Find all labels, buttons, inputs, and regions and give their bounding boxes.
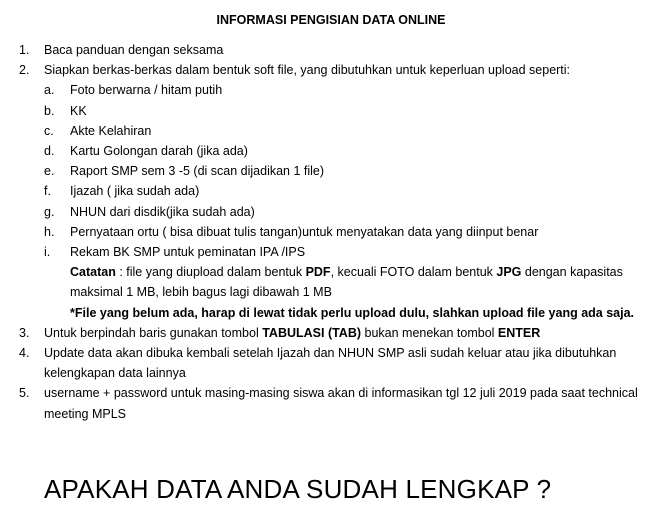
sub-item-text: Raport SMP sem 3 -5 (di scan dijadikan 1… [70, 164, 325, 179]
sub-item-text: Akte Kelahiran [70, 123, 152, 138]
document-page: INFORMASI PENGISIAN DATA ONLINE 1. Baca … [0, 0, 662, 514]
item-text: Update data akan dibuka kembali setelah … [44, 346, 617, 381]
item-number: 1. [19, 43, 30, 57]
enter-key-text: ENTER [497, 325, 541, 340]
list-item: 1. Baca panduan dengan seksama [0, 40, 650, 60]
note-label: Catatan [70, 265, 116, 280]
item-text: Siapkan berkas-berkas dalam bentuk soft … [44, 63, 571, 78]
list-item: 5. username + password untuk masing-masi… [0, 383, 650, 423]
list-item: 4. Update data akan dibuka kembali setel… [0, 343, 650, 383]
sub-item-letter: a. [44, 83, 55, 98]
sub-item-letter: g. [44, 204, 55, 219]
note-warning: *File yang belum ada, harap di lewat tid… [70, 305, 635, 320]
sub-item-letter: h. [44, 224, 55, 239]
sub-item-letter: d. [44, 144, 55, 159]
tab-key-text: TABULASI (TAB) [262, 325, 362, 340]
sub-item-text: Rekam BK SMP untuk peminatan IPA /IPS [70, 245, 306, 260]
sub-item-text: Kartu Golongan darah (jika ada) [70, 144, 248, 159]
sub-list-item: d. Kartu Golongan darah (jika ada) [44, 141, 650, 161]
sub-item-letter: c. [44, 123, 54, 138]
item-text: username + password untuk masing-masing … [44, 386, 638, 421]
sub-list-item: g. NHUN dari disdik(jika sudah ada) [44, 202, 650, 222]
sub-list-item: f. Ijazah ( jika sudah ada) [44, 181, 650, 201]
instruction-list: 1. Baca panduan dengan seksama 2. Siapka… [0, 40, 650, 424]
item-text-part: bukan menekan tombol [361, 325, 498, 340]
sub-item-text: KK [70, 103, 87, 118]
sub-item-text: Foto berwarna / hitam putih [70, 83, 223, 98]
sub-list-item: c. Akte Kelahiran [44, 121, 650, 141]
sub-list-item: e. Raport SMP sem 3 -5 (di scan dijadikan… [44, 161, 650, 181]
sub-list-item: b. KK [44, 101, 650, 121]
sub-item-text: Pernyataan ortu ( bisa dibuat tulis tang… [70, 224, 539, 239]
note-jpg: JPG [496, 265, 522, 280]
closing-question: APAKAH DATA ANDA SUDAH LENGKAP ? [44, 474, 552, 504]
sub-list-item: h. Pernyataan ortu ( bisa dibuat tulis ta… [44, 222, 650, 242]
item-number: 4. [19, 346, 30, 361]
item-number: 5. [19, 386, 30, 401]
file-list: a. Foto berwarna / hitam putih b. KK c. Akt… [44, 80, 650, 322]
sub-item-letter: f. [44, 184, 51, 199]
sub-item-text: NHUN dari disdik(jika sudah ada) [70, 204, 255, 219]
note-part: , kecuali FOTO dalam bentuk [330, 265, 497, 280]
item-number: 3. [19, 325, 30, 340]
sub-item-text: Ijazah ( jika sudah ada) [70, 184, 200, 199]
list-item: 3. Untuk berpindah baris gunakan tombol … [0, 323, 650, 343]
item-text: Baca panduan dengan seksama [44, 43, 224, 57]
note-text: Catatan : file yang diupload dalam bentu… [70, 262, 650, 302]
sub-list-item: a. Foto berwarna / hitam putih [44, 80, 650, 100]
sub-item-letter: e. [44, 164, 55, 179]
sub-item-letter: i. [44, 245, 51, 260]
item-text-part: Untuk berpindah baris gunakan tombol [44, 325, 263, 340]
note-part: : file yang diupload dalam bentuk [115, 265, 306, 280]
note-pdf: PDF [305, 265, 331, 280]
sub-item-letter: b. [44, 103, 55, 118]
item-number: 2. [19, 63, 30, 78]
document-title: INFORMASI PENGISIAN DATA ONLINE [216, 13, 446, 27]
sub-list-item: i. Rekam BK SMP untuk peminatan IPA /IPS … [44, 242, 650, 323]
list-item: 2. Siapkan berkas-berkas dalam bentuk so… [0, 60, 650, 323]
